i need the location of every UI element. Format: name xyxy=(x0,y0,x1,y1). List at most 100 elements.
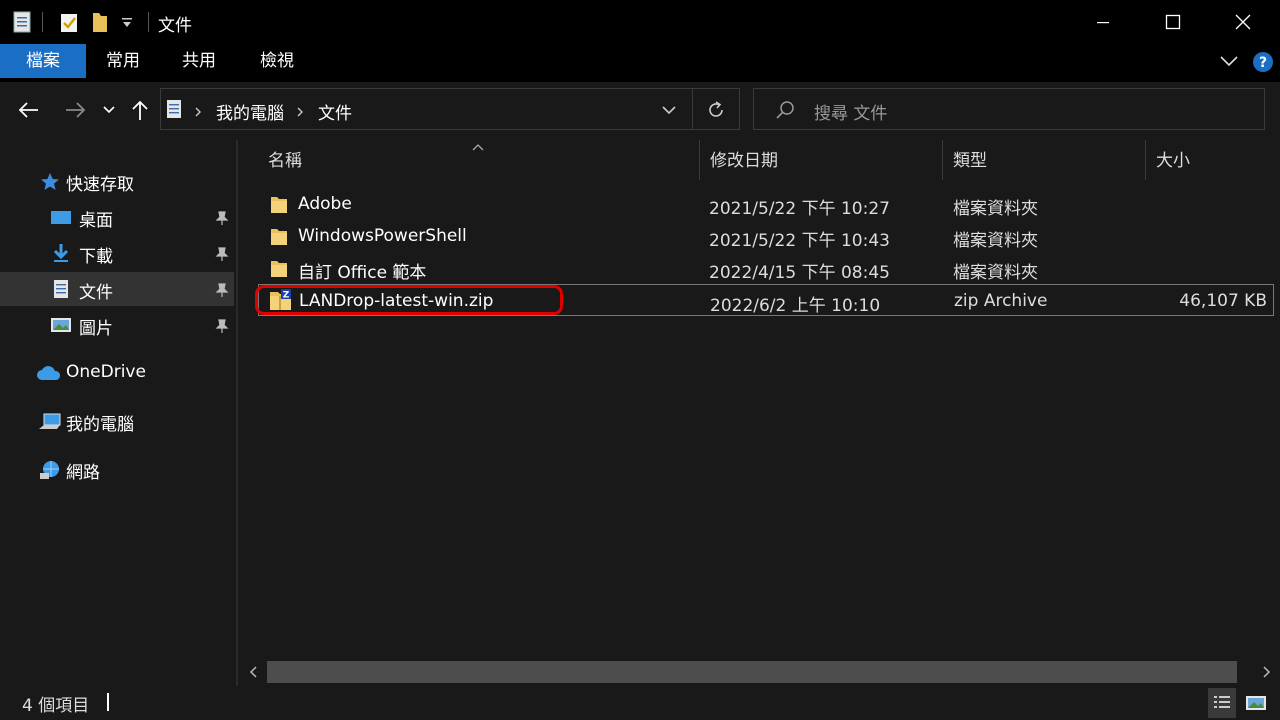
status-bar: 4 個項目 xyxy=(0,686,1280,720)
forward-button[interactable] xyxy=(60,92,90,128)
sidebar-item-this-pc[interactable]: 我的電腦 xyxy=(0,404,234,438)
file-date: 2022/6/2 上午 10:10 xyxy=(710,296,881,316)
close-icon xyxy=(1235,14,1251,30)
navigation-pane: 快速存取 桌面 下載 文件 圖片 OneDrive 我的電腦 網路 xyxy=(0,140,236,686)
scroll-right-button[interactable] xyxy=(1256,663,1276,681)
sidebar-item-label: 文件 xyxy=(79,283,113,303)
refresh-button[interactable] xyxy=(705,99,727,125)
svg-text:?: ? xyxy=(1259,55,1267,71)
new-folder-icon[interactable] xyxy=(90,10,112,34)
documents-location-icon xyxy=(165,98,183,124)
download-icon xyxy=(53,244,69,262)
file-row[interactable]: Adobe 2021/5/22 下午 10:27 檔案資料夾 xyxy=(258,189,1274,219)
search-icon xyxy=(774,99,796,125)
highlight-annotation xyxy=(255,285,563,315)
horizontal-scrollbar[interactable] xyxy=(240,657,1280,685)
help-icon: ? xyxy=(1253,52,1273,72)
tab-home[interactable]: 常用 xyxy=(90,44,156,78)
close-button[interactable] xyxy=(1208,0,1278,44)
file-name: WindowsPowerShell xyxy=(298,226,467,246)
sidebar-item-label: 圖片 xyxy=(79,319,113,339)
arrow-up-icon xyxy=(132,100,148,120)
arrow-right-icon xyxy=(66,102,86,118)
document-icon xyxy=(54,280,68,298)
minimize-button[interactable] xyxy=(1068,0,1138,44)
maximize-button[interactable] xyxy=(1138,0,1208,44)
cloud-icon xyxy=(37,366,61,380)
sort-ascending-icon xyxy=(470,137,486,156)
sidebar-item-label: 網路 xyxy=(66,463,100,483)
tab-view[interactable]: 檢視 xyxy=(244,44,310,78)
breadcrumb-separator-icon[interactable] xyxy=(295,103,305,122)
back-button[interactable] xyxy=(14,92,44,128)
pane-splitter[interactable] xyxy=(236,140,238,686)
chevron-down-icon xyxy=(103,106,115,114)
explorer-app-icon[interactable] xyxy=(12,10,34,34)
file-name: Adobe xyxy=(298,194,352,214)
recent-locations-button[interactable] xyxy=(96,92,122,128)
expand-ribbon-button[interactable] xyxy=(1218,52,1244,72)
sidebar-item-quick-access[interactable]: 快速存取 xyxy=(0,164,234,198)
file-name: 自訂 Office 範本 xyxy=(298,263,427,283)
computer-icon xyxy=(39,413,61,429)
pin-icon[interactable] xyxy=(214,282,230,298)
sidebar-item-desktop[interactable]: 桌面 xyxy=(0,200,234,234)
chevron-down-icon xyxy=(1220,56,1238,67)
title-bar: 文件 xyxy=(0,0,1280,44)
address-bar[interactable]: 我的電腦 文件 xyxy=(160,88,740,130)
column-header-name[interactable]: 名稱 xyxy=(268,146,302,171)
file-date: 2022/4/15 下午 08:45 xyxy=(709,263,890,283)
sidebar-item-documents[interactable]: 文件 xyxy=(0,272,234,306)
pin-icon[interactable] xyxy=(214,318,230,334)
folder-icon xyxy=(271,229,287,245)
chevron-left-icon xyxy=(249,666,257,678)
file-date: 2021/5/22 下午 10:43 xyxy=(709,231,890,251)
file-row[interactable]: 自訂 Office 範本 2022/4/15 下午 08:45 檔案資料夾 xyxy=(258,253,1274,283)
customize-toolbar-icon[interactable] xyxy=(120,14,142,38)
breadcrumb-separator-icon[interactable] xyxy=(193,103,203,122)
sidebar-item-downloads[interactable]: 下載 xyxy=(0,236,234,270)
scroll-left-button[interactable] xyxy=(244,663,264,681)
breadcrumb-my-computer[interactable]: 我的電腦 xyxy=(216,99,284,124)
pin-icon[interactable] xyxy=(214,246,230,262)
scrollbar-thumb[interactable] xyxy=(267,661,1237,683)
file-type: 檔案資料夾 xyxy=(953,199,1038,219)
star-icon xyxy=(41,173,59,190)
address-history-dropdown[interactable] xyxy=(661,102,677,121)
tab-share[interactable]: 共用 xyxy=(166,44,232,78)
file-size: 46,107 KB xyxy=(1179,291,1267,311)
properties-icon[interactable] xyxy=(58,10,80,34)
sidebar-item-label: OneDrive xyxy=(66,362,146,382)
sidebar-item-onedrive[interactable]: OneDrive xyxy=(0,356,234,390)
file-row[interactable]: WindowsPowerShell 2021/5/22 下午 10:43 檔案資… xyxy=(258,221,1274,251)
pin-icon[interactable] xyxy=(214,210,230,226)
sidebar-item-label: 桌面 xyxy=(79,211,113,231)
sidebar-item-label: 快速存取 xyxy=(66,175,134,195)
sidebar-item-label: 下載 xyxy=(79,247,113,267)
column-header-type[interactable]: 類型 xyxy=(953,146,987,171)
sidebar-item-pictures[interactable]: 圖片 xyxy=(0,308,234,342)
file-type: 檔案資料夾 xyxy=(953,263,1038,283)
file-date: 2021/5/22 下午 10:27 xyxy=(709,199,890,219)
status-separator xyxy=(107,693,109,711)
chevron-right-icon xyxy=(1263,666,1271,678)
ribbon-tabs: 檔案 常用 共用 檢視 ? xyxy=(0,44,1280,82)
folder-icon xyxy=(271,197,287,213)
search-box[interactable]: 搜尋 文件 xyxy=(753,88,1265,130)
file-type: zip Archive xyxy=(954,291,1048,311)
column-header-size[interactable]: 大小 xyxy=(1156,146,1190,171)
column-header-date-modified[interactable]: 修改日期 xyxy=(710,146,778,171)
tab-file[interactable]: 檔案 xyxy=(0,44,86,78)
up-button[interactable] xyxy=(126,92,154,128)
refresh-icon xyxy=(709,101,723,117)
details-view-icon xyxy=(1214,696,1230,708)
help-button[interactable]: ? xyxy=(1252,51,1274,73)
details-view-button[interactable] xyxy=(1208,688,1236,718)
maximize-icon xyxy=(1165,14,1181,30)
desktop-icon xyxy=(51,211,71,224)
large-icons-view-button[interactable] xyxy=(1242,688,1270,718)
picture-icon xyxy=(51,318,71,332)
sidebar-item-network[interactable]: 網路 xyxy=(0,452,234,486)
window-title: 文件 xyxy=(158,16,192,36)
breadcrumb-documents[interactable]: 文件 xyxy=(318,99,352,124)
